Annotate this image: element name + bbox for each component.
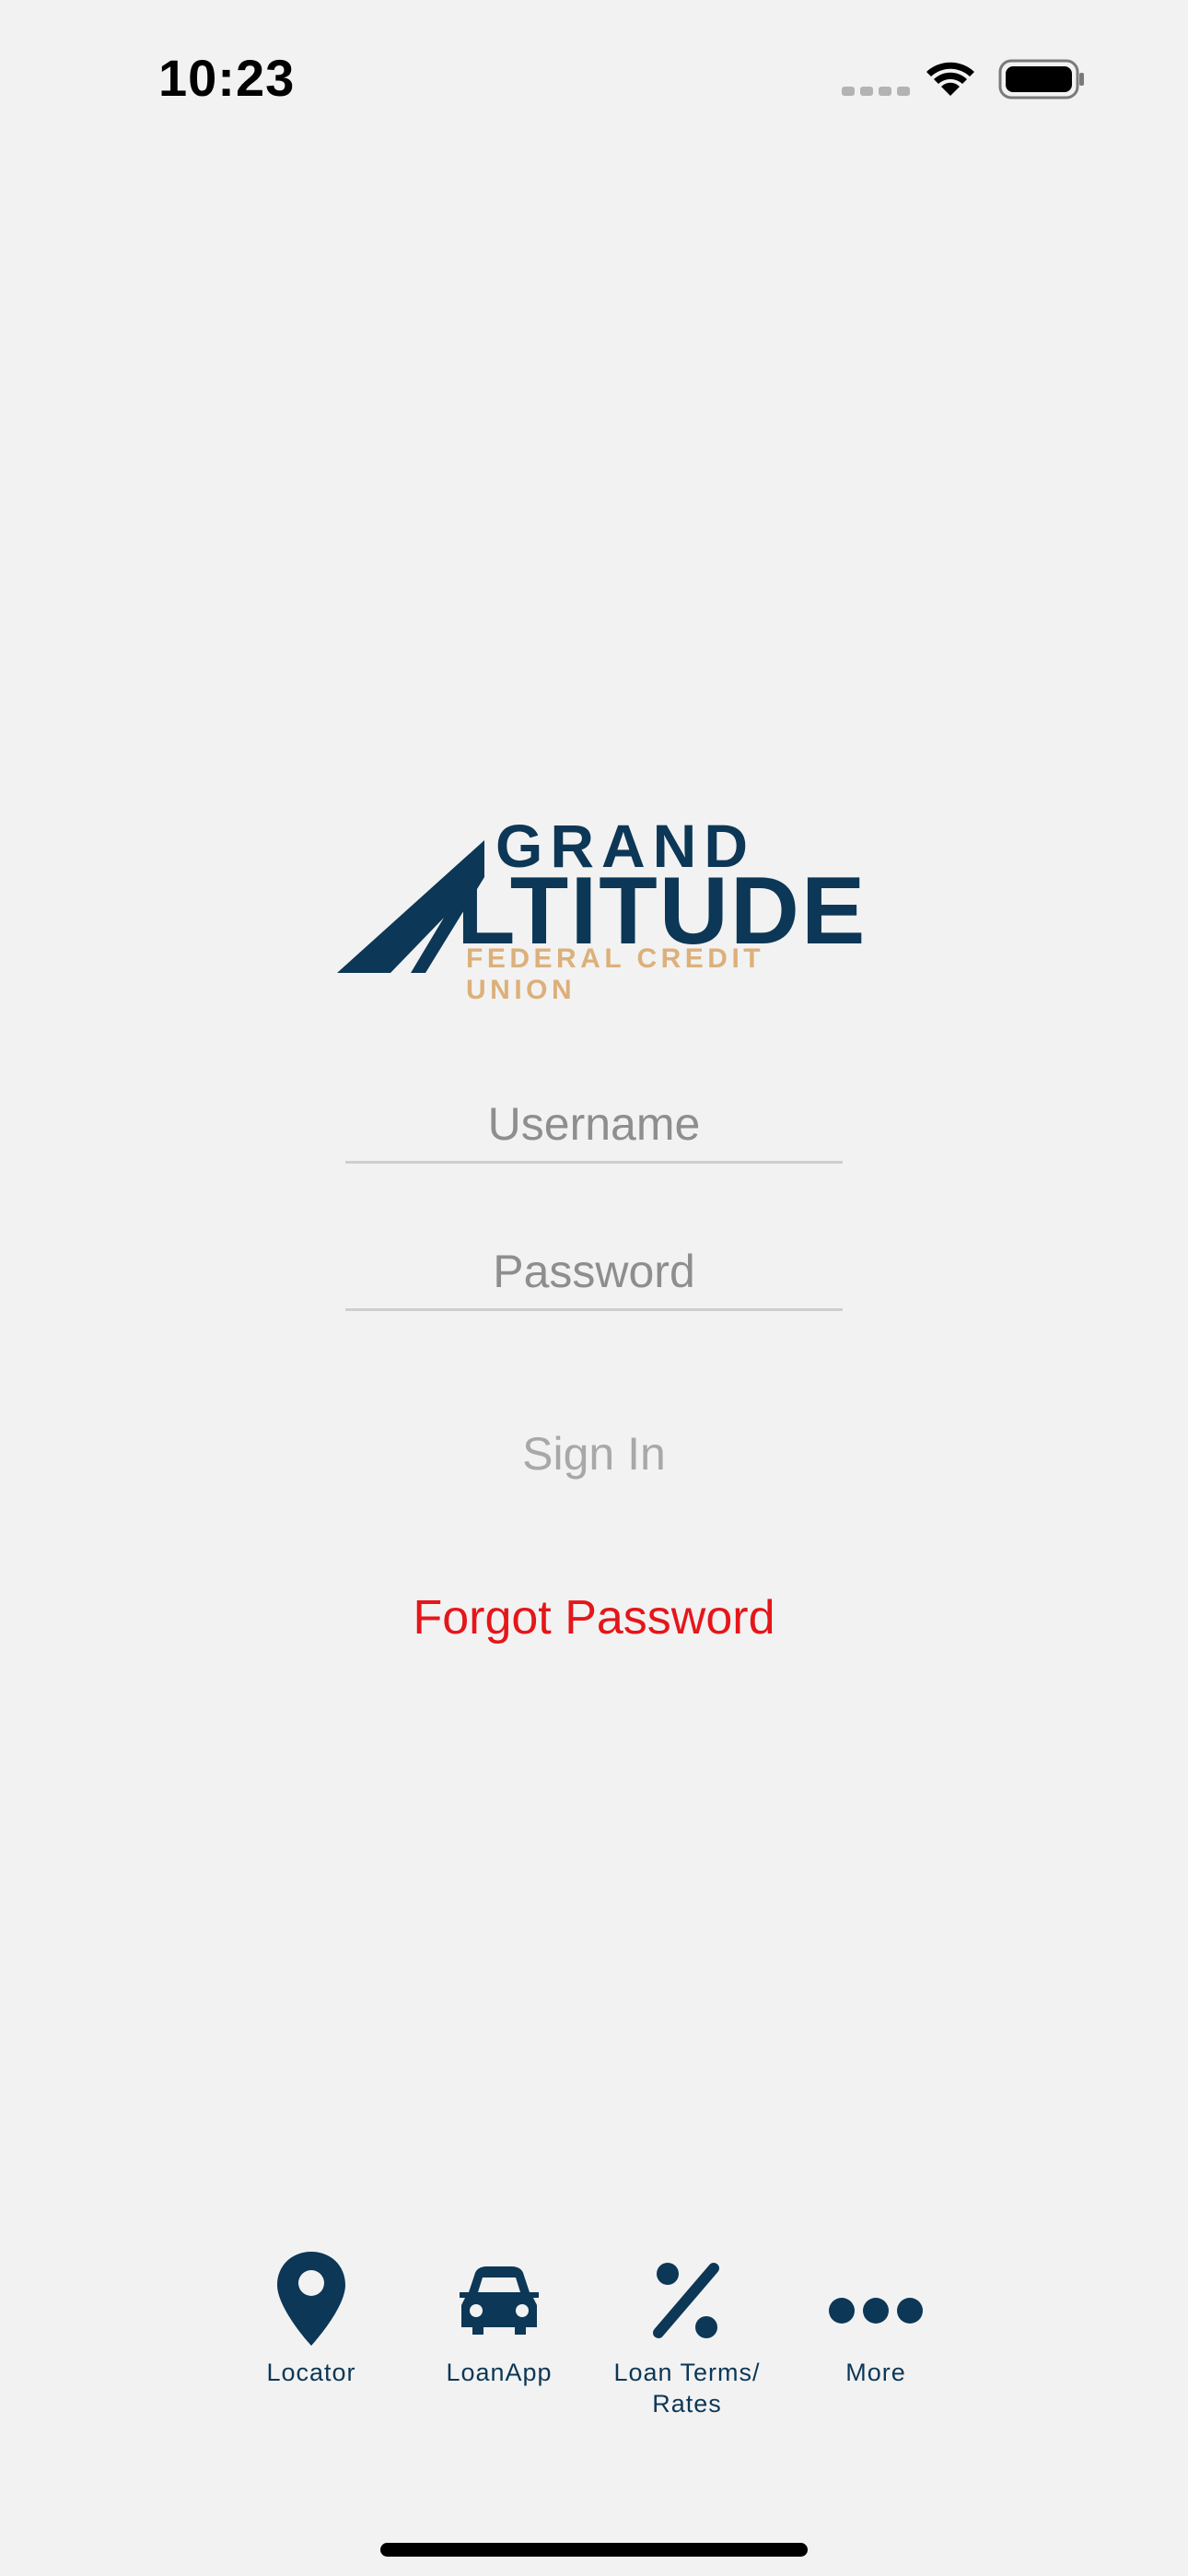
wifi-icon xyxy=(926,62,974,96)
home-indicator xyxy=(380,2543,808,2557)
sign-in-button[interactable]: Sign In xyxy=(345,1421,843,1487)
car-icon xyxy=(460,2266,539,2335)
tab-loanapp[interactable]: LoanApp xyxy=(407,2248,591,2451)
password-input[interactable] xyxy=(345,1235,843,1311)
status-indicators xyxy=(838,57,1087,103)
tab-label-loan-terms-rates: Loan Terms/ Rates xyxy=(613,2359,761,2418)
cellular-signal-icon xyxy=(842,87,910,96)
tab-label-locator: Locator xyxy=(266,2359,356,2386)
tab-locator[interactable]: Locator xyxy=(219,2248,403,2451)
username-input[interactable] xyxy=(345,1087,843,1164)
forgot-password-button[interactable]: Forgot Password xyxy=(318,1583,870,1653)
bottom-tab-bar: Locator LoanApp Loan Terms/ Rates More xyxy=(0,2248,1188,2451)
tab-label-loanapp: LoanApp xyxy=(446,2359,553,2386)
status-time: 10:23 xyxy=(158,49,296,107)
grand-altitude-logo: GRAND LTITUDE FEDERAL CREDIT UNION xyxy=(337,811,865,1005)
map-pin-icon xyxy=(277,2252,345,2346)
more-dots-icon xyxy=(829,2298,923,2324)
tab-more[interactable]: More xyxy=(784,2248,968,2451)
battery-icon xyxy=(998,59,1084,100)
tab-label-more: More xyxy=(845,2359,906,2386)
percent-icon xyxy=(653,2263,719,2338)
tab-loan-terms-rates[interactable]: Loan Terms/ Rates xyxy=(595,2248,779,2451)
logo-text-subtitle: FEDERAL CREDIT UNION xyxy=(466,943,765,1005)
